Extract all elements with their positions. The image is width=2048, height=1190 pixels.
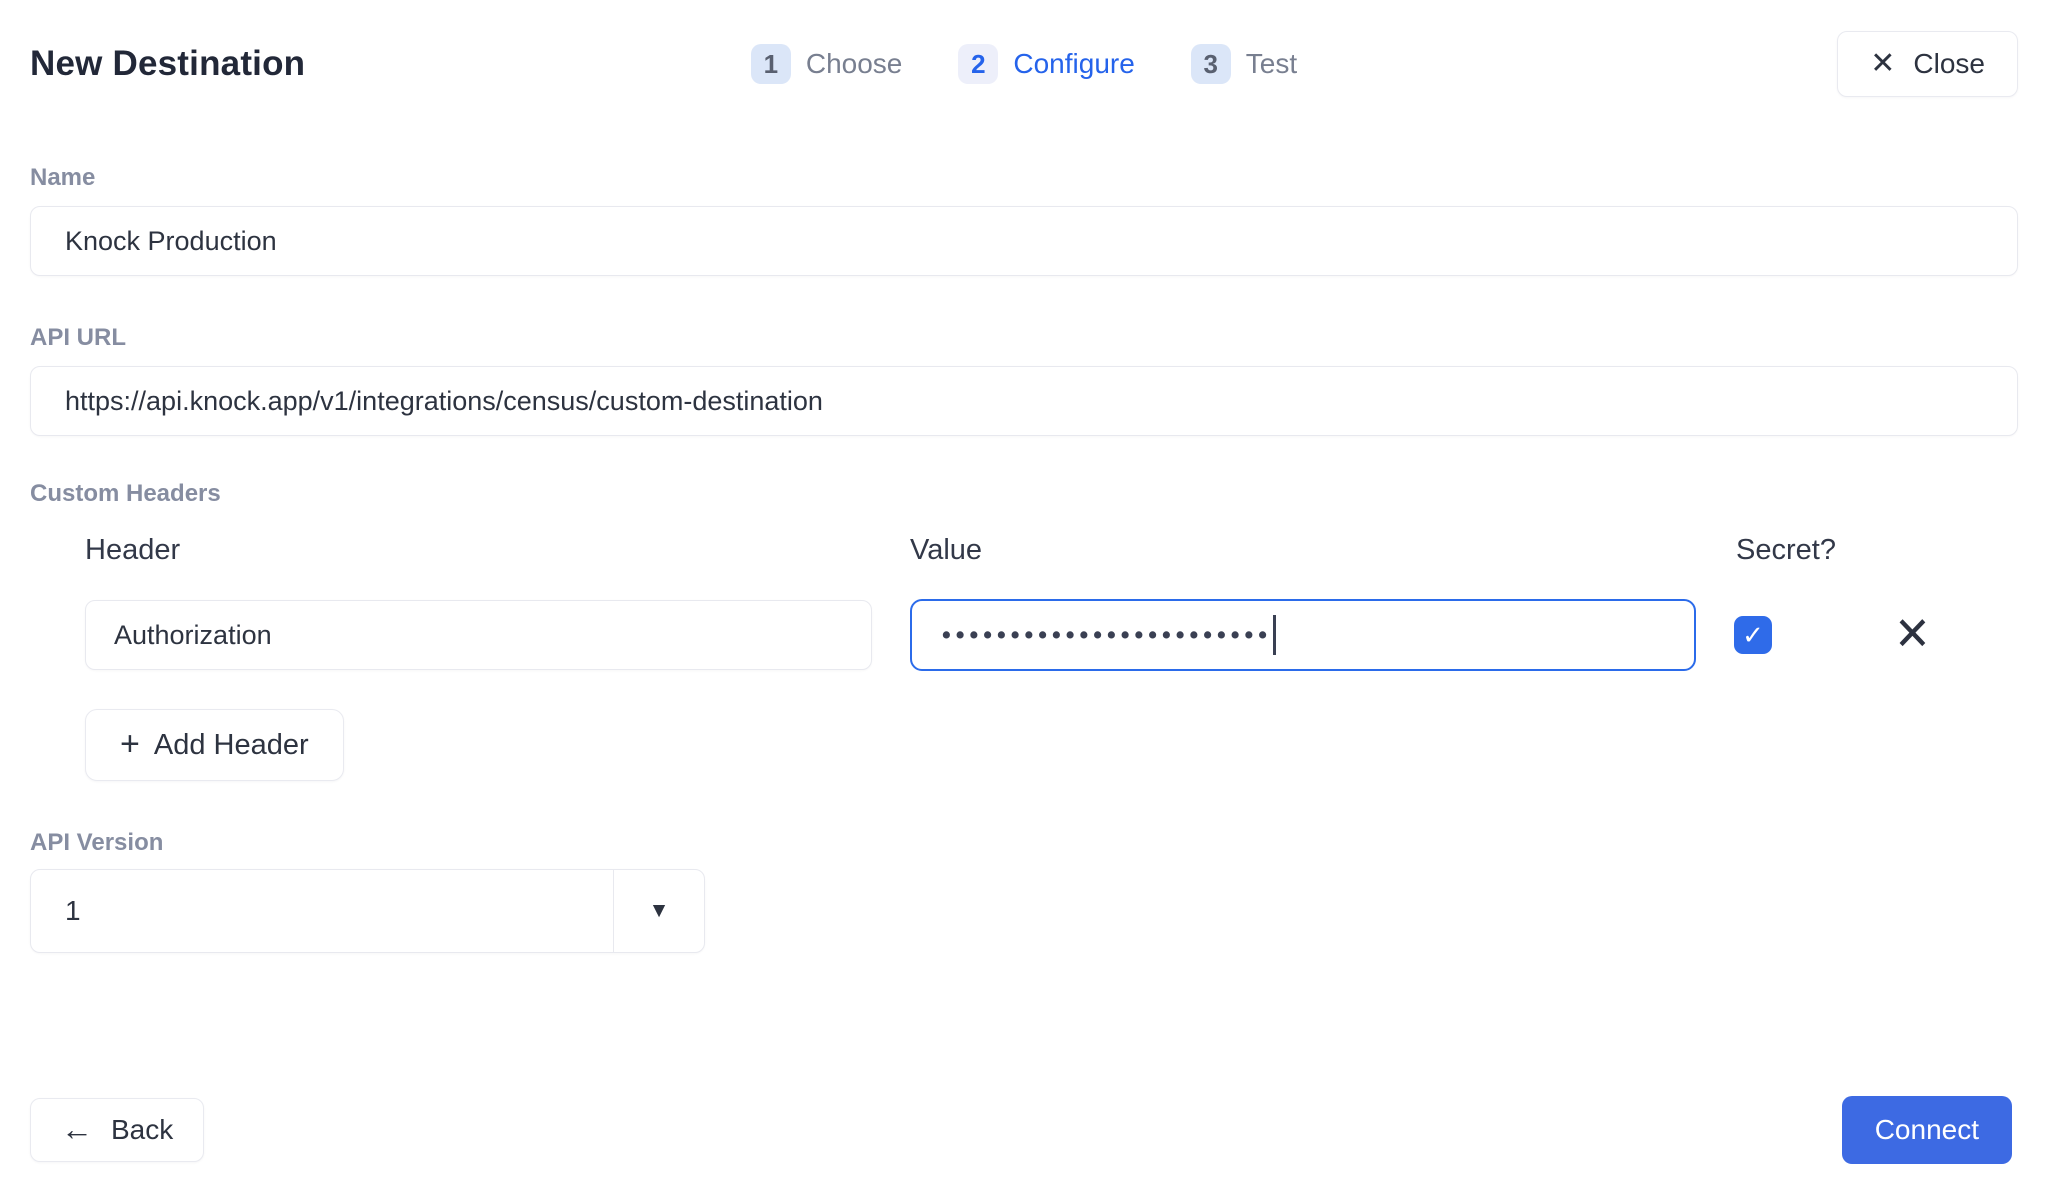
masked-secret-value: •••••••••••••••••••••••• [942,623,1272,648]
api-url-input[interactable] [30,366,2018,436]
remove-header-icon[interactable]: ✕ [1894,612,1931,658]
step-choose-label: Choose [806,48,903,80]
custom-headers-table: Header Value Secret? •••••••••••••••••••… [85,534,2018,781]
step-test[interactable]: 3 Test [1191,44,1297,84]
api-version-select[interactable]: 1 ▼ [30,869,705,953]
secret-cell: ✓ ✕ [1734,613,2018,657]
step-indicator: 1 Choose 2 Configure 3 Test [751,44,1297,84]
add-header-label: Add Header [154,729,309,762]
secret-checkbox[interactable]: ✓ [1734,616,1772,654]
close-button[interactable]: ✕ Close [1837,31,2018,97]
plus-icon: + [120,727,140,761]
close-button-label: Close [1913,48,1985,80]
column-header-header: Header [85,534,872,567]
api-url-label: API URL [30,324,2018,352]
step-configure[interactable]: 2 Configure [958,44,1134,84]
api-version-arrow-area[interactable]: ▼ [614,870,704,952]
step-choose-number: 1 [751,44,791,84]
custom-headers-column-row: Header Value Secret? [85,534,2018,567]
close-icon: ✕ [1870,49,1895,79]
step-test-number: 3 [1191,44,1231,84]
new-destination-dialog: New Destination 1 Choose 2 Configure 3 T… [0,0,2048,1190]
column-header-value: Value [910,534,1696,567]
back-button-label: Back [111,1114,173,1146]
step-configure-label: Configure [1013,48,1134,80]
step-configure-number: 2 [958,44,998,84]
dialog-header: New Destination 1 Choose 2 Configure 3 T… [30,0,2018,100]
back-button[interactable]: ← Back [30,1098,204,1162]
name-input[interactable] [30,206,2018,276]
api-version-label: API Version [30,829,2018,857]
header-value-input[interactable]: •••••••••••••••••••••••• [910,599,1696,671]
chevron-down-icon: ▼ [649,899,670,923]
api-version-value: 1 [31,870,614,952]
custom-header-row: •••••••••••••••••••••••• ✓ ✕ [85,599,2018,671]
page-title: New Destination [30,44,305,84]
checkmark-icon: ✓ [1742,620,1764,651]
column-header-secret: Secret? [1734,534,2018,567]
header-name-input[interactable] [85,600,872,670]
dialog-footer: ← Back Connect [30,1096,2012,1164]
add-header-button[interactable]: + Add Header [85,709,344,781]
arrow-left-icon: ← [61,1113,93,1145]
text-cursor [1273,615,1276,655]
custom-headers-label: Custom Headers [30,480,2018,508]
step-test-label: Test [1246,48,1297,80]
connect-button[interactable]: Connect [1842,1096,2012,1164]
step-choose[interactable]: 1 Choose [751,44,903,84]
name-label: Name [30,164,2018,192]
